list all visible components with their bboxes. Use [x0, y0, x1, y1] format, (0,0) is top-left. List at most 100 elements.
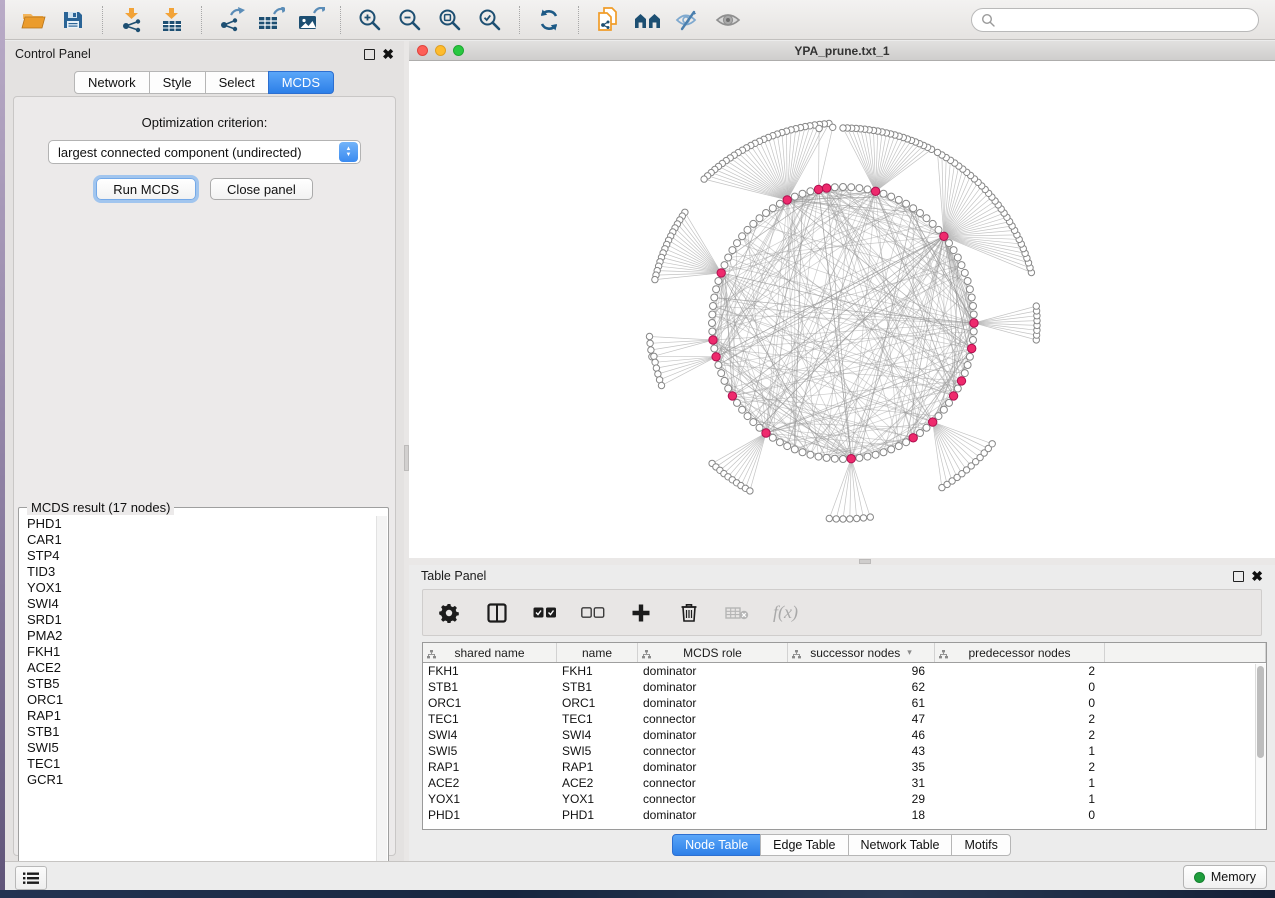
result-node-item[interactable]: GCR1 [20, 772, 378, 788]
result-node-item[interactable]: PHD1 [20, 516, 378, 532]
table-settings-gear-icon[interactable] [437, 601, 461, 625]
column-header-successor-nodes[interactable]: successor nodes▾ [788, 643, 935, 662]
show-panels-list-button[interactable] [15, 866, 47, 890]
horizontal-splitter-handle[interactable] [859, 559, 871, 564]
table-cell[interactable]: STB1 [557, 680, 638, 694]
network-canvas[interactable] [409, 61, 1275, 558]
result-node-item[interactable]: ORC1 [20, 692, 378, 708]
table-cell[interactable]: ORC1 [423, 696, 557, 710]
open-session-icon[interactable] [15, 4, 51, 36]
result-node-item[interactable]: YOX1 [20, 580, 378, 596]
table-cell[interactable]: ORC1 [557, 696, 638, 710]
result-node-item[interactable]: SWI4 [20, 596, 378, 612]
refresh-icon[interactable] [531, 4, 567, 36]
table-cell[interactable]: dominator [638, 808, 788, 822]
table-cell[interactable]: RAP1 [423, 760, 557, 774]
result-node-item[interactable]: STP4 [20, 548, 378, 564]
table-cell[interactable]: connector [638, 792, 788, 806]
export-image-icon[interactable] [293, 4, 329, 36]
table-cell[interactable]: RAP1 [557, 760, 638, 774]
result-node-item[interactable]: FKH1 [20, 644, 378, 660]
result-node-item[interactable]: RAP1 [20, 708, 378, 724]
node-table[interactable]: shared namenameMCDS rolesuccessor nodes▾… [422, 642, 1267, 830]
optimization-criterion-select[interactable]: largest connected component (undirected)… [48, 140, 361, 164]
tab-select[interactable]: Select [205, 71, 269, 94]
zoom-selected-icon[interactable] [472, 4, 508, 36]
table-cell[interactable]: 31 [788, 776, 935, 790]
table-cell[interactable]: 29 [788, 792, 935, 806]
table-cell[interactable]: connector [638, 776, 788, 790]
clear-table-icon[interactable] [725, 601, 749, 625]
table-row[interactable]: STB1STB1dominator620 [423, 679, 1266, 695]
close-panel-button[interactable]: Close panel [210, 178, 313, 200]
tab-style[interactable]: Style [149, 71, 206, 94]
close-table-panel-icon[interactable]: ✖ [1251, 571, 1263, 581]
column-header-predecessor-nodes[interactable]: predecessor nodes [935, 643, 1105, 662]
table-cell[interactable]: 43 [788, 744, 935, 758]
float-panel-icon[interactable] [364, 49, 375, 60]
table-cell[interactable]: 1 [935, 776, 1105, 790]
import-table-icon[interactable] [154, 4, 190, 36]
delete-column-icon[interactable] [677, 601, 701, 625]
table-scrollbar-thumb[interactable] [1257, 666, 1264, 758]
table-cell[interactable]: TEC1 [423, 712, 557, 726]
result-node-item[interactable]: TEC1 [20, 756, 378, 772]
table-cell[interactable]: PHD1 [557, 808, 638, 822]
table-row[interactable]: FKH1FKH1dominator962 [423, 663, 1266, 679]
result-node-item[interactable]: SRD1 [20, 612, 378, 628]
horizontal-splitter[interactable] [409, 558, 1275, 565]
deselect-all-icon[interactable] [581, 601, 605, 625]
table-cell[interactable]: 1 [935, 744, 1105, 758]
table-cell[interactable]: 1 [935, 792, 1105, 806]
table-cell[interactable]: 96 [788, 664, 935, 678]
table-cell[interactable]: SWI5 [423, 744, 557, 758]
select-all-icon[interactable] [533, 601, 557, 625]
table-cell[interactable]: 2 [935, 760, 1105, 774]
table-row[interactable]: PHD1PHD1dominator180 [423, 807, 1266, 823]
tab-network[interactable]: Network [74, 71, 150, 94]
table-cell[interactable]: ACE2 [557, 776, 638, 790]
table-cell[interactable]: connector [638, 712, 788, 726]
table-cell[interactable]: dominator [638, 728, 788, 742]
column-header-shared-name[interactable]: shared name [423, 643, 557, 662]
table-cell[interactable]: YOX1 [423, 792, 557, 806]
result-node-item[interactable]: STB5 [20, 676, 378, 692]
zoom-in-icon[interactable] [352, 4, 388, 36]
table-cell[interactable]: 2 [935, 664, 1105, 678]
run-mcds-button[interactable]: Run MCDS [96, 178, 196, 200]
table-cell[interactable]: FKH1 [557, 664, 638, 678]
float-table-panel-icon[interactable] [1233, 571, 1244, 582]
table-cell[interactable]: dominator [638, 664, 788, 678]
tab-edge-table[interactable]: Edge Table [760, 834, 848, 856]
result-node-item[interactable]: TID3 [20, 564, 378, 580]
table-cell[interactable]: SWI4 [423, 728, 557, 742]
column-header-MCDS-role[interactable]: MCDS role [638, 643, 788, 662]
result-node-item[interactable]: PMA2 [20, 628, 378, 644]
tab-network-table[interactable]: Network Table [848, 834, 953, 856]
search-input[interactable] [1001, 12, 1249, 28]
table-row[interactable]: YOX1YOX1connector291 [423, 791, 1266, 807]
table-cell[interactable]: 0 [935, 696, 1105, 710]
table-row[interactable]: TEC1TEC1connector472 [423, 711, 1266, 727]
table-scrollbar[interactable] [1255, 664, 1266, 830]
hide-selected-icon[interactable] [670, 4, 706, 36]
search-box[interactable] [971, 8, 1259, 32]
table-cell[interactable]: dominator [638, 696, 788, 710]
table-cell[interactable]: YOX1 [557, 792, 638, 806]
tab-mcds[interactable]: MCDS [268, 71, 334, 94]
table-cell[interactable]: connector [638, 744, 788, 758]
table-row[interactable]: SWI4SWI4dominator462 [423, 727, 1266, 743]
table-row[interactable]: ACE2ACE2connector311 [423, 775, 1266, 791]
table-cell[interactable]: dominator [638, 760, 788, 774]
table-row[interactable]: RAP1RAP1dominator352 [423, 759, 1266, 775]
table-cell[interactable]: 47 [788, 712, 935, 726]
table-row[interactable]: SWI5SWI5connector431 [423, 743, 1266, 759]
table-row[interactable]: ORC1ORC1dominator610 [423, 695, 1266, 711]
column-header-name[interactable]: name [557, 643, 638, 662]
table-cell[interactable]: TEC1 [557, 712, 638, 726]
clone-network-icon[interactable] [590, 4, 626, 36]
export-network-icon[interactable] [213, 4, 249, 36]
fit-content-icon[interactable] [432, 4, 468, 36]
table-cell[interactable]: 35 [788, 760, 935, 774]
show-all-icon[interactable] [710, 4, 746, 36]
